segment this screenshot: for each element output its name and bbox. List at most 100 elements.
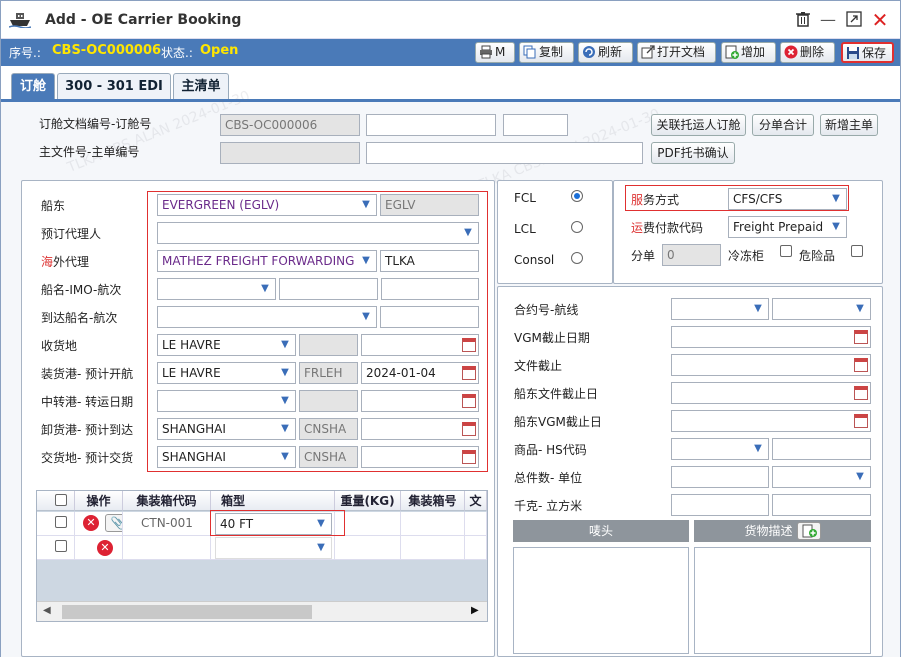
doc-cell[interactable]: [465, 536, 487, 560]
scrollbar-thumb[interactable]: [62, 605, 312, 619]
grid-header[interactable]: 操作: [75, 491, 123, 511]
calendar-icon[interactable]: [854, 386, 868, 400]
receipt-date-input[interactable]: [361, 334, 479, 356]
scroll-right-icon[interactable]: ▶: [471, 605, 479, 616]
calendar-icon[interactable]: [854, 414, 868, 428]
calendar-icon[interactable]: [462, 338, 476, 352]
overseas-agent-select[interactable]: MATHEZ FREIGHT FORWARDING ▼: [157, 250, 377, 272]
carrier-select[interactable]: EVERGREEN (EGLV) ▼: [157, 194, 377, 216]
doc-cutoff-input[interactable]: [671, 354, 871, 376]
select-all-checkbox[interactable]: [55, 494, 67, 506]
calendar-icon[interactable]: [462, 450, 476, 464]
delete-row-icon[interactable]: ✕: [83, 515, 99, 531]
booking-extra-input[interactable]: [503, 114, 568, 136]
tab-manifest[interactable]: 主清单: [173, 73, 229, 100]
imo-input[interactable]: [279, 278, 378, 300]
grid-header[interactable]: 集装箱代码: [123, 491, 211, 511]
pdf-confirm-button[interactable]: PDF托书确认: [651, 142, 735, 164]
arrival-vessel-select[interactable]: ▼: [157, 306, 377, 328]
trash-icon[interactable]: [794, 11, 812, 29]
doc-cell[interactable]: [465, 512, 487, 536]
attach-icon[interactable]: 📎: [105, 514, 122, 532]
calendar-icon[interactable]: [462, 422, 476, 436]
reefer-checkbox[interactable]: [780, 245, 792, 257]
voyage-input[interactable]: [381, 278, 479, 300]
container-no-cell[interactable]: [401, 512, 465, 536]
grid-header[interactable]: 集装箱号: [401, 491, 465, 511]
vessel-select[interactable]: ▼: [157, 278, 276, 300]
delete-row-icon[interactable]: ✕: [97, 540, 113, 556]
hs-code-input[interactable]: [772, 438, 871, 460]
delete-button[interactable]: 删除: [780, 42, 835, 63]
arrival-voyage-input[interactable]: [380, 306, 479, 328]
agent-select[interactable]: ▼: [157, 222, 479, 244]
tab-edi[interactable]: 300 - 301 EDI: [57, 73, 171, 100]
link-shipper-booking-button[interactable]: 关联托运人订舱: [651, 114, 746, 136]
print-button[interactable]: M: [475, 42, 515, 63]
goods-description-textarea[interactable]: [694, 547, 871, 654]
transship-select[interactable]: ▼: [157, 390, 296, 412]
commodity-select[interactable]: ▼: [671, 438, 769, 460]
booking-number-input[interactable]: [366, 114, 496, 136]
discharge-select[interactable]: SHANGHAI ▼: [157, 418, 296, 440]
container-no-cell[interactable]: [401, 536, 465, 560]
calendar-icon[interactable]: [854, 358, 868, 372]
lcl-radio[interactable]: [571, 221, 583, 233]
save-button[interactable]: 保存: [841, 42, 894, 63]
minimize-icon[interactable]: —: [819, 11, 837, 29]
receipt-select[interactable]: LE HAVRE ▼: [157, 334, 296, 356]
grid-header[interactable]: 文: [465, 491, 487, 511]
delivery-code: CNSHA: [299, 446, 358, 468]
load-port-select[interactable]: LE HAVRE ▼: [157, 362, 296, 384]
master-number-input[interactable]: [366, 142, 643, 164]
dangerous-checkbox[interactable]: [851, 245, 863, 257]
copy-button[interactable]: 复制: [519, 42, 574, 63]
open-document-button[interactable]: 打开文档: [637, 42, 716, 63]
booking-doc-number: CBS-OC000006: [220, 114, 360, 136]
contract-select[interactable]: ▼: [671, 298, 769, 320]
cbm-input[interactable]: [772, 494, 871, 516]
scroll-left-icon[interactable]: ◀: [43, 605, 51, 616]
service-mode-select[interactable]: CFS/CFS ▼: [728, 188, 847, 210]
container-type-select[interactable]: ▼: [215, 537, 332, 559]
freight-pay-select[interactable]: Freight Prepaid ▼: [728, 216, 847, 238]
carrier-doc-cutoff-input[interactable]: [671, 382, 871, 404]
vgm-cutoff-input[interactable]: [671, 326, 871, 348]
add-button[interactable]: 增加: [721, 42, 776, 63]
receipt-label: 收货地: [41, 339, 78, 353]
kilo-input[interactable]: [671, 494, 769, 516]
transship-date-input[interactable]: [361, 390, 479, 412]
row-checkbox[interactable]: [55, 516, 67, 528]
maximize-icon[interactable]: [845, 11, 863, 29]
container-code-cell[interactable]: [123, 536, 211, 560]
route-select[interactable]: ▼: [772, 298, 871, 320]
calendar-icon[interactable]: [462, 366, 476, 380]
grid-header[interactable]: 重量(KG): [335, 491, 401, 511]
marks-textarea[interactable]: [513, 547, 689, 654]
add-description-icon[interactable]: [796, 522, 821, 540]
overseas-agent-code[interactable]: TLKA: [380, 250, 479, 272]
row-checkbox[interactable]: [55, 540, 67, 552]
tab-booking[interactable]: 订舱: [11, 73, 55, 100]
consol-radio[interactable]: [571, 252, 583, 264]
split-total-button[interactable]: 分单合计: [752, 114, 814, 136]
horizontal-scrollbar[interactable]: ◀ ▶: [37, 601, 487, 621]
new-master-button[interactable]: 新增主单: [820, 114, 878, 136]
receipt-code: [299, 334, 358, 356]
eta-input[interactable]: [361, 418, 479, 440]
weight-cell[interactable]: [335, 536, 401, 560]
calendar-icon[interactable]: [462, 394, 476, 408]
grid-header[interactable]: 箱型: [211, 491, 335, 511]
grid-header-select[interactable]: [37, 491, 75, 511]
refresh-button[interactable]: 刷新: [578, 42, 633, 63]
close-icon[interactable]: ✕: [871, 10, 889, 30]
calendar-icon[interactable]: [854, 330, 868, 344]
container-code-cell[interactable]: CTN-001: [123, 512, 211, 536]
pieces-input[interactable]: [671, 466, 769, 488]
delivery-select[interactable]: SHANGHAI ▼: [157, 446, 296, 468]
unit-select[interactable]: ▼: [772, 466, 871, 488]
carrier-vgm-cutoff-input[interactable]: [671, 410, 871, 432]
delivery-date-input[interactable]: [361, 446, 479, 468]
etd-input[interactable]: 2024-01-04: [361, 362, 479, 384]
fcl-radio[interactable]: [571, 190, 583, 202]
